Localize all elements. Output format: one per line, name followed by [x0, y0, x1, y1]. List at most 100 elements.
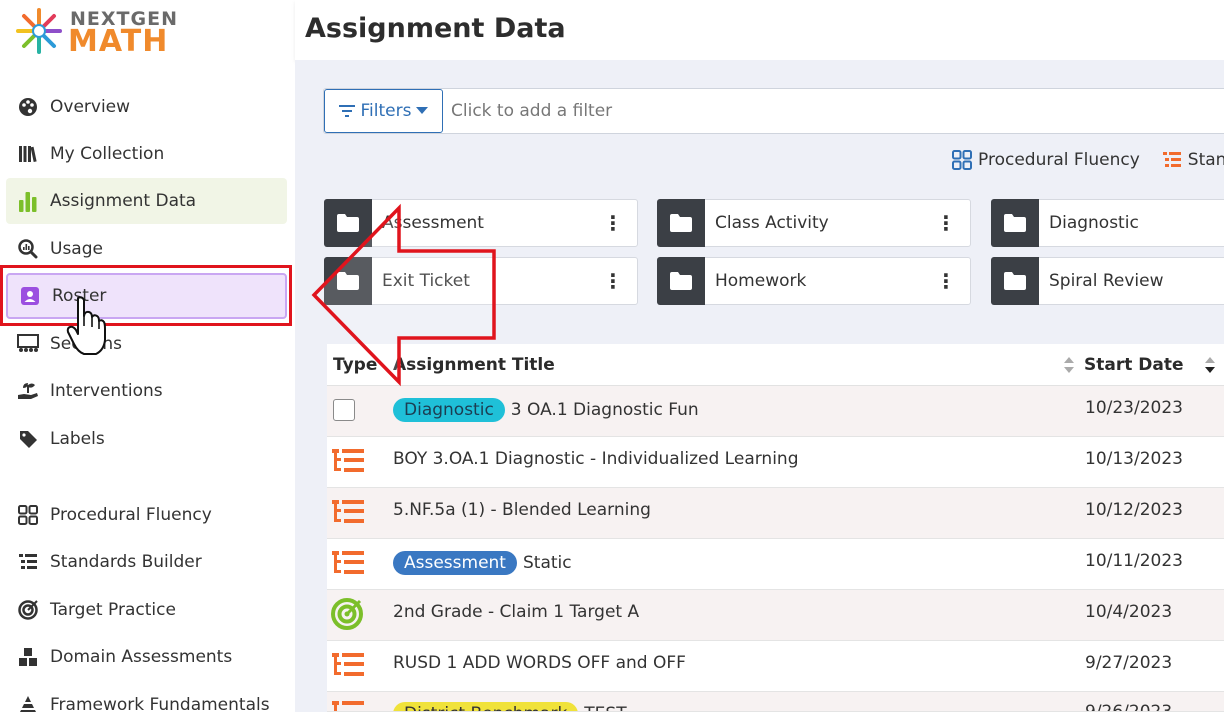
sidebar-item-labels[interactable]: Labels: [6, 416, 287, 462]
cubes-icon: [17, 646, 39, 668]
badge-district-benchmark: District Benchmark: [393, 702, 579, 711]
list-tree-icon: [17, 551, 39, 573]
kebab-menu-icon[interactable]: ⋮: [601, 211, 625, 235]
sidebar-item-label: Sections: [50, 334, 123, 354]
grid-icon: [17, 504, 39, 526]
sidebar-item-label: Domain Assessments: [50, 647, 233, 667]
sidebar-item-assignment-data[interactable]: Assignment Data: [6, 178, 287, 224]
sidebar-item-framework-fundamentals[interactable]: Framework Fundamentals: [6, 682, 287, 712]
sidebar-item-overview[interactable]: Overview: [6, 84, 287, 130]
target-icon: [17, 599, 39, 621]
quicklink-standards[interactable]: Stand: [1162, 150, 1224, 170]
folder-icon: [991, 257, 1039, 305]
logo-sunburst-icon: [16, 8, 62, 54]
kebab-menu-icon[interactable]: ⋮: [934, 211, 958, 235]
sidebar-item-sections[interactable]: Sections: [6, 321, 287, 367]
palette-icon: [17, 96, 39, 118]
start-date: 10/12/2023: [1085, 500, 1183, 520]
logo-text-math: MATH: [68, 24, 169, 59]
sidebar-item-interventions[interactable]: Interventions: [6, 368, 287, 414]
sidebar-item-procedural-fluency[interactable]: Procedural Fluency: [6, 492, 287, 538]
filters-button-label: Filters: [360, 101, 412, 121]
target-icon: [331, 598, 363, 631]
sidebar: NEXTGEN MATH Overview My Collection Assi…: [0, 0, 295, 712]
folder-exit-ticket[interactable]: Exit Ticket ⋮: [324, 257, 638, 305]
folder-diagnostic[interactable]: Diagnostic: [991, 199, 1224, 247]
sort-icon[interactable]: [1063, 356, 1075, 378]
folder-icon: [324, 257, 372, 305]
table-header: Type Assignment Title Start Date: [327, 344, 1224, 386]
folder-label: Homework: [715, 271, 807, 291]
folder-icon: [324, 199, 372, 247]
sidebar-item-domain-assessments[interactable]: Domain Assessments: [6, 634, 287, 680]
folder-spiral-review[interactable]: Spiral Review: [991, 257, 1224, 305]
filters-button[interactable]: Filters: [324, 89, 443, 133]
kebab-menu-icon[interactable]: ⋮: [934, 269, 958, 293]
quicklinks: Procedural Fluency Stand: [952, 148, 1224, 172]
folder-icon: [657, 257, 705, 305]
folder-label: Exit Ticket: [382, 271, 470, 291]
standards-icon: [331, 700, 364, 711]
start-date: 10/11/2023: [1085, 551, 1183, 571]
sidebar-item-label: Procedural Fluency: [50, 505, 212, 525]
folder-class-activity[interactable]: Class Activity ⋮: [657, 199, 971, 247]
badge-diagnostic: Diagnostic: [393, 398, 505, 422]
table-row[interactable]: Diagnostic 3 OA.1 Diagnostic Fun 10/23/2…: [327, 386, 1224, 437]
page-title: Assignment Data: [305, 13, 566, 44]
assignment-title[interactable]: 3 OA.1 Diagnostic Fun: [511, 400, 699, 420]
table-row[interactable]: District Benchmark TEST 9/26/2023: [327, 692, 1224, 712]
sort-desc-icon[interactable]: [1204, 356, 1216, 378]
main-content: Filters Click to add a filter Procedural…: [295, 60, 1224, 712]
sidebar-item-label: Usage: [50, 239, 103, 259]
sidebar-item-standards-builder[interactable]: Standards Builder: [6, 539, 287, 585]
folder-assessment[interactable]: Assessment ⋮: [324, 199, 638, 247]
sidebar-item-label: Framework Fundamentals: [50, 695, 270, 712]
quicklink-procedural-fluency[interactable]: Procedural Fluency: [952, 150, 1140, 170]
column-header-start-date[interactable]: Start Date: [1084, 355, 1184, 375]
filter-lines-icon: [338, 104, 355, 118]
filter-input[interactable]: Click to add a filter: [451, 101, 612, 121]
row-select-checkbox[interactable]: [331, 397, 363, 427]
sidebar-item-my-collection[interactable]: My Collection: [6, 131, 287, 177]
table-row[interactable]: BOY 3.OA.1 Diagnostic - Individualized L…: [327, 437, 1224, 488]
table-row[interactable]: 5.NF.5a (1) - Blended Learning 10/12/202…: [327, 488, 1224, 539]
pyramid-icon: [17, 694, 39, 712]
hand-plant-icon: [17, 380, 39, 402]
magnify-chart-icon: [17, 238, 39, 260]
assignment-title[interactable]: TEST: [584, 704, 626, 711]
assignment-title[interactable]: 5.NF.5a (1) - Blended Learning: [393, 500, 651, 520]
classroom-icon: [17, 333, 39, 355]
assignment-title[interactable]: RUSD 1 ADD WORDS OFF and OFF: [393, 653, 686, 673]
assignment-title[interactable]: BOY 3.OA.1 Diagnostic - Individualized L…: [393, 449, 799, 469]
roster-highlight-box: [0, 265, 292, 326]
nextgen-math-logo[interactable]: NEXTGEN MATH: [14, 6, 184, 59]
kebab-menu-icon[interactable]: ⋮: [601, 269, 625, 293]
sidebar-item-label: Target Practice: [50, 600, 176, 620]
start-date: 9/27/2023: [1085, 653, 1173, 673]
folder-label: Spiral Review: [1049, 271, 1164, 291]
table-row[interactable]: 2nd Grade - Claim 1 Target A 10/4/2023: [327, 590, 1224, 641]
sidebar-item-label: Overview: [50, 97, 131, 117]
assignment-title[interactable]: 2nd Grade - Claim 1 Target A: [393, 602, 639, 622]
standards-icon: [331, 550, 364, 580]
folder-label: Class Activity: [715, 213, 829, 233]
assignment-title[interactable]: Static: [523, 553, 572, 573]
start-date: 10/23/2023: [1085, 398, 1183, 418]
sidebar-item-target-practice[interactable]: Target Practice: [6, 587, 287, 633]
start-date: 9/26/2023: [1085, 702, 1173, 712]
bar-chart-icon: [17, 190, 39, 212]
books-icon: [17, 143, 39, 165]
sidebar-item-label: Labels: [50, 429, 105, 449]
table-row[interactable]: RUSD 1 ADD WORDS OFF and OFF 9/27/2023: [327, 641, 1224, 692]
sidebar-item-label: My Collection: [50, 144, 165, 164]
start-date: 10/13/2023: [1085, 449, 1183, 469]
grid-icon: [952, 150, 978, 170]
folder-homework[interactable]: Homework ⋮: [657, 257, 971, 305]
column-header-type[interactable]: Type: [333, 355, 377, 375]
quicklink-label: Stand: [1187, 150, 1224, 170]
list-tree-icon: [1162, 150, 1188, 170]
table-row[interactable]: Assessment Static 10/11/2023: [327, 539, 1224, 590]
filter-bar: Filters Click to add a filter: [323, 88, 1224, 134]
sidebar-item-label: Standards Builder: [50, 552, 202, 572]
column-header-title[interactable]: Assignment Title: [393, 355, 555, 375]
